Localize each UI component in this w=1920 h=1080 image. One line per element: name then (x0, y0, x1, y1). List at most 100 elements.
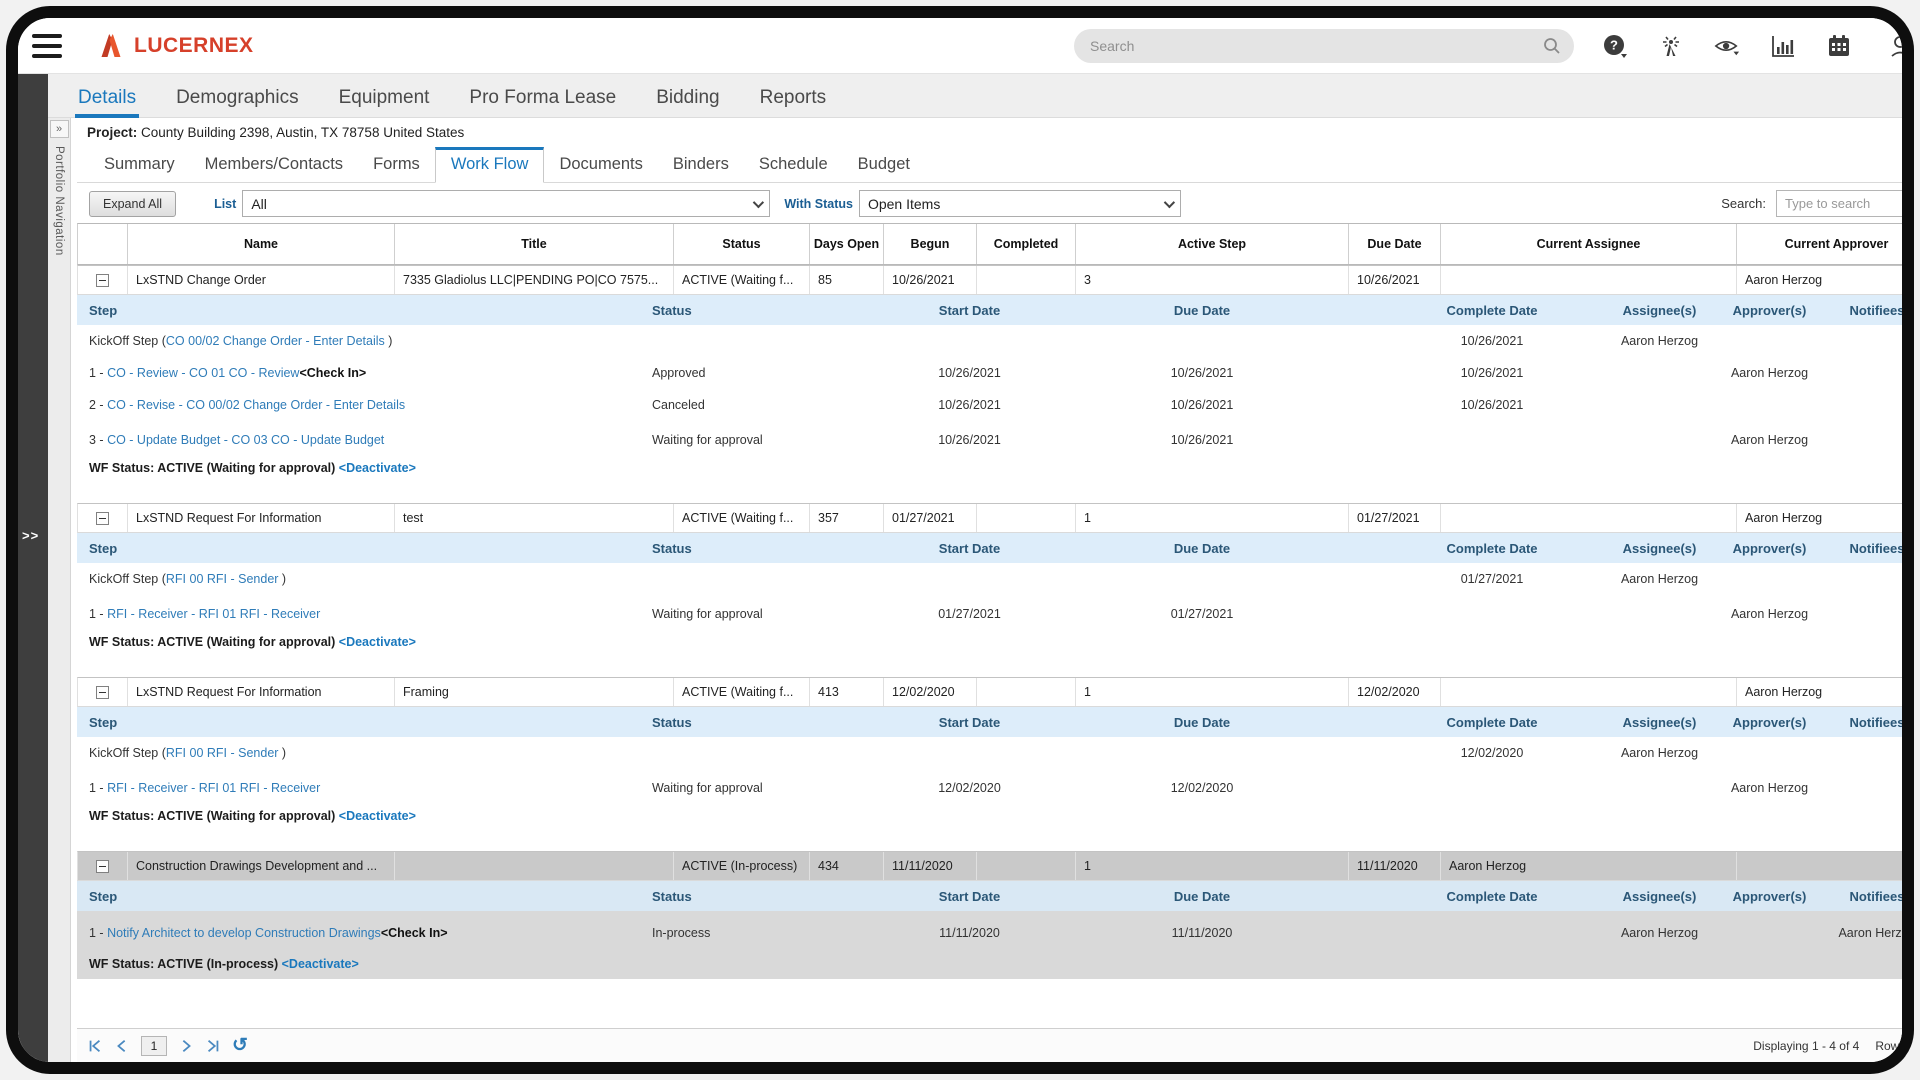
workflow-row[interactable]: LxSTND Request For Information test ACTI… (77, 503, 1902, 533)
clipped-user-icon[interactable] (1882, 33, 1908, 59)
header-days-open[interactable]: Days Open (810, 224, 884, 264)
workflow-row[interactable]: Construction Drawings Development and ..… (77, 851, 1902, 881)
expand-all-button[interactable]: Expand All (89, 191, 176, 217)
step-due-date: 10/26/2021 (1022, 398, 1382, 412)
step-header-notifiees: Notifiees (1822, 303, 1902, 318)
cell-active-step: 1 (1076, 852, 1349, 880)
step-link[interactable]: Notify Architect to develop Construction… (107, 926, 381, 940)
tab-members-contacts[interactable]: Members/Contacts (190, 148, 358, 182)
step-header-assignees: Assignee(s) (1602, 715, 1717, 730)
collapse-row-icon[interactable] (96, 686, 109, 699)
collapse-row-icon[interactable] (96, 860, 109, 873)
header-due-date[interactable]: Due Date (1349, 224, 1441, 264)
step-approver: Aaron Herzog (1717, 607, 1822, 621)
cell-begun: 12/02/2020 (884, 678, 977, 706)
global-search[interactable] (1074, 29, 1574, 63)
tab-documents[interactable]: Documents (544, 148, 657, 182)
broadcast-tower-icon[interactable] (1658, 33, 1684, 59)
with-status-dropdown[interactable]: Open Items (859, 190, 1181, 217)
cell-status: ACTIVE (Waiting f... (674, 678, 810, 706)
step-header-start-date: Start Date (917, 541, 1022, 556)
portfolio-collapse-button[interactable]: » (50, 120, 69, 138)
header-name[interactable]: Name (128, 224, 395, 264)
step-link[interactable]: RFI 00 RFI - Sender (166, 572, 279, 586)
tab-summary[interactable]: Summary (89, 148, 190, 182)
global-search-input[interactable] (1090, 38, 1542, 54)
tab-forms[interactable]: Forms (358, 148, 435, 182)
step-header-row: Step Status Start Date Due Date Complete… (77, 707, 1902, 737)
sidebar-expand-button[interactable]: >> (22, 528, 39, 543)
header-begun[interactable]: Begun (884, 224, 977, 264)
list-dropdown[interactable]: All (242, 190, 770, 217)
portfolio-navigation-rail: » Portfolio Navigation (48, 118, 71, 1062)
step-status: In-process (652, 926, 917, 940)
step-header-row: Step Status Start Date Due Date Complete… (77, 295, 1902, 325)
step-header-row: Step Status Start Date Due Date Complete… (77, 881, 1902, 911)
check-in-link[interactable]: <Check In> (299, 366, 366, 380)
table-search-label: Search: (1721, 196, 1766, 211)
collapse-row-icon[interactable] (96, 512, 109, 525)
step-row: 1 - RFI - Receiver - RFI 01 RFI - Receiv… (77, 769, 1902, 801)
tab-demographics[interactable]: Demographics (176, 87, 299, 109)
step-link[interactable]: RFI - Receiver - RFI 01 RFI - Receiver (107, 607, 320, 621)
tab-reports[interactable]: Reports (760, 87, 827, 109)
deactivate-link[interactable]: <Deactivate> (282, 957, 359, 971)
deactivate-link[interactable]: <Deactivate> (339, 461, 416, 475)
page-number-input[interactable]: 1 (141, 1036, 167, 1056)
workflow-table: Name Title Status Days Open Begun Comple… (77, 223, 1902, 1028)
header-title[interactable]: Title (395, 224, 674, 264)
wf-status-row: WF Status: ACTIVE (In-process) <Deactiva… (77, 949, 1902, 979)
step-link[interactable]: CO 00/02 Change Order - Enter Details (166, 334, 385, 348)
tab-schedule[interactable]: Schedule (744, 148, 843, 182)
watch-eye-icon[interactable] (1714, 33, 1740, 59)
step-link[interactable]: RFI 00 RFI - Sender (166, 746, 279, 760)
tab-work-flow[interactable]: Work Flow (435, 147, 545, 183)
hamburger-menu-icon[interactable] (32, 34, 62, 58)
tab-budget[interactable]: Budget (843, 148, 925, 182)
step-text: 2 - (89, 398, 107, 412)
step-complete-date: 01/27/2021 (1382, 572, 1602, 586)
step-status: Waiting for approval (652, 433, 917, 447)
workflow-row[interactable]: LxSTND Change Order 7335 Gladiolus LLC|P… (77, 265, 1902, 295)
lucernex-logo[interactable]: LUCERNEX (96, 31, 254, 61)
table-search-input[interactable] (1776, 190, 1914, 217)
cell-status: ACTIVE (Waiting f... (674, 266, 810, 294)
cell-due-date: 01/27/2021 (1349, 504, 1441, 532)
sub-tab-bar: Summary Members/Contacts Forms Work Flow… (77, 143, 1902, 183)
tab-bidding[interactable]: Bidding (656, 87, 719, 109)
bar-chart-icon[interactable] (1770, 33, 1796, 59)
step-text: KickOff Step ( (89, 746, 166, 760)
next-page-button[interactable] (178, 1038, 194, 1054)
step-link[interactable]: CO - Update Budget - CO 03 CO - Update B… (107, 433, 384, 447)
header-current-approver[interactable]: Current Approver (1737, 224, 1902, 264)
workflow-row[interactable]: LxSTND Request For Information Framing A… (77, 677, 1902, 707)
step-due-date: 11/11/2020 (1022, 926, 1382, 940)
step-due-date: 12/02/2020 (1022, 781, 1382, 795)
calendar-icon[interactable] (1826, 33, 1852, 59)
deactivate-link[interactable]: <Deactivate> (339, 809, 416, 823)
search-icon[interactable] (1542, 36, 1562, 56)
header-current-assignee[interactable]: Current Assignee (1441, 224, 1737, 264)
step-link[interactable]: CO - Revise - CO 00/02 Change Order - En… (107, 398, 405, 412)
tab-equipment[interactable]: Equipment (339, 87, 430, 109)
cell-active-step: 1 (1076, 504, 1349, 532)
header-status[interactable]: Status (674, 224, 810, 264)
step-link[interactable]: RFI - Receiver - RFI 01 RFI - Receiver (107, 781, 320, 795)
last-page-button[interactable] (205, 1038, 221, 1054)
cell-name: LxSTND Request For Information (128, 504, 395, 532)
refresh-icon[interactable]: ↺ (232, 1036, 248, 1055)
wf-status-row: WF Status: ACTIVE (Waiting for approval)… (77, 453, 1902, 483)
check-in-link[interactable]: <Check In> (381, 926, 448, 940)
deactivate-link[interactable]: <Deactivate> (339, 635, 416, 649)
tab-details[interactable]: Details (78, 87, 136, 109)
cell-active-step: 1 (1076, 678, 1349, 706)
header-completed[interactable]: Completed (977, 224, 1076, 264)
step-link[interactable]: CO - Review - CO 01 CO - Review (107, 366, 299, 380)
collapse-row-icon[interactable] (96, 274, 109, 287)
header-active-step[interactable]: Active Step (1076, 224, 1349, 264)
first-page-button[interactable] (87, 1038, 103, 1054)
tab-pro-forma-lease[interactable]: Pro Forma Lease (469, 87, 616, 109)
help-icon[interactable]: ? (1602, 33, 1628, 59)
tab-binders[interactable]: Binders (658, 148, 744, 182)
previous-page-button[interactable] (114, 1038, 130, 1054)
